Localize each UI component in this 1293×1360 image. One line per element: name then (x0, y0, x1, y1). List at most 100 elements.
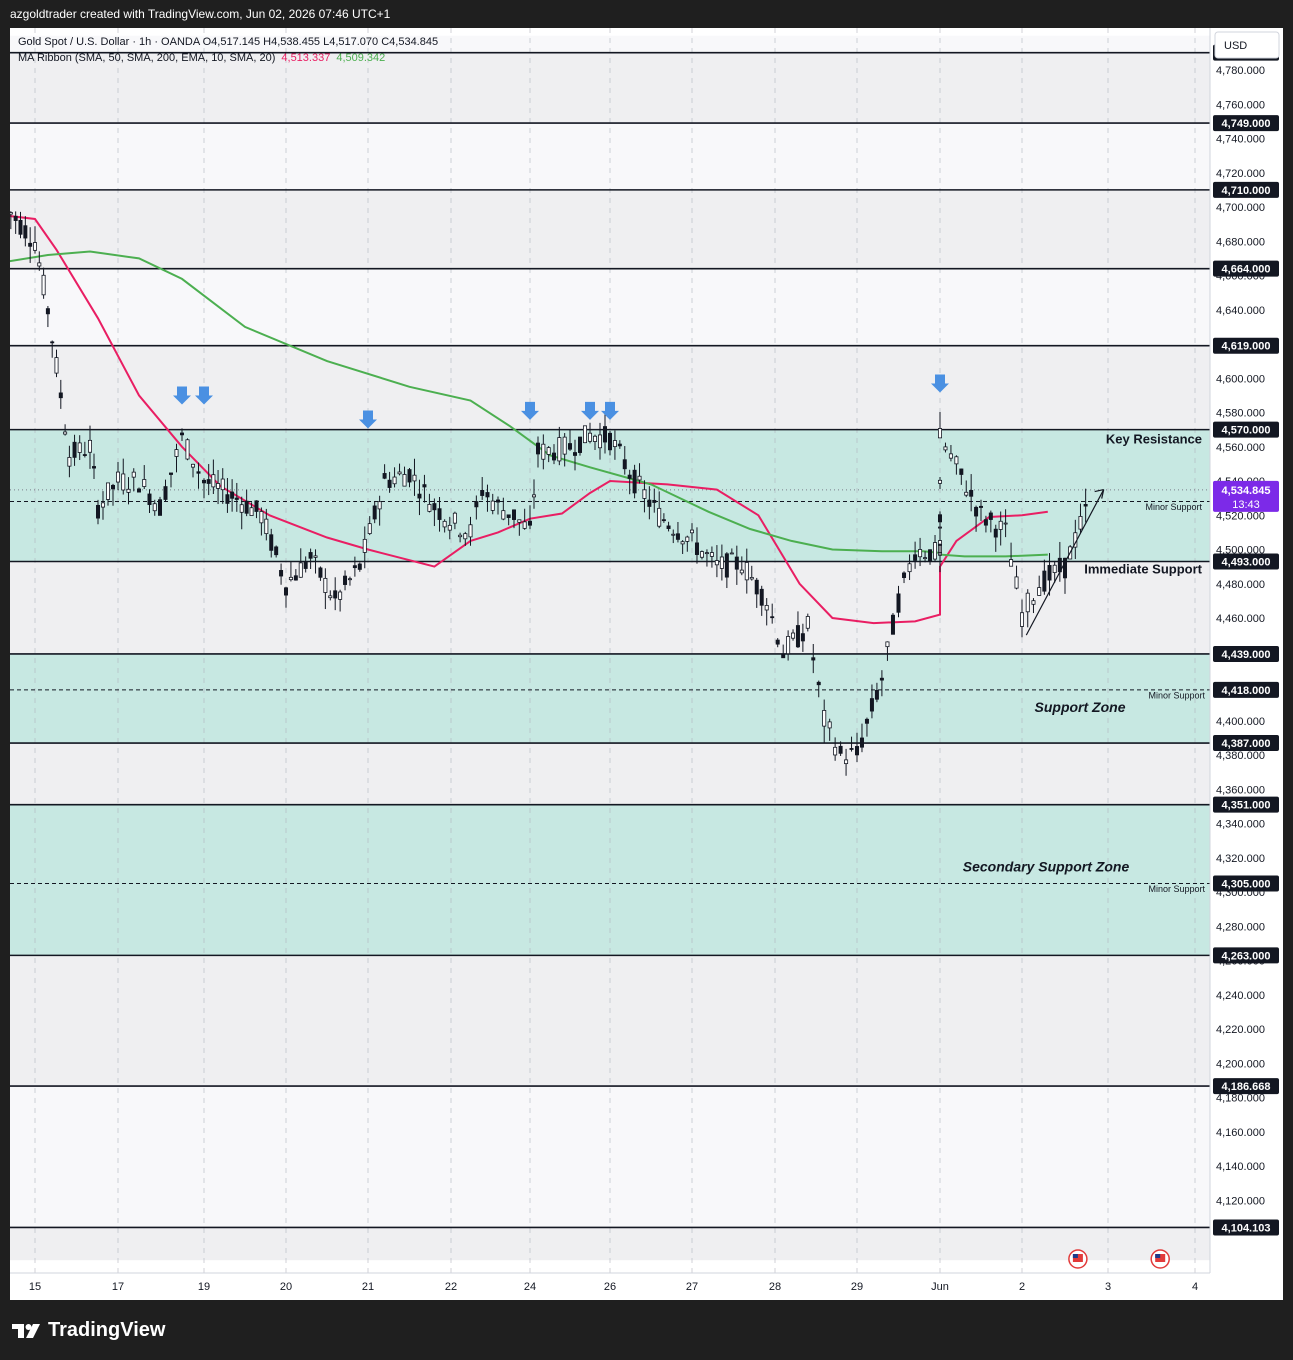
candle-body (724, 553, 729, 578)
candle-body (528, 520, 533, 526)
candle-body (974, 506, 979, 517)
candle-body (578, 436, 583, 453)
current-price-label: 4,534.845 (1222, 485, 1271, 497)
candle-body (225, 494, 230, 504)
candle-body (490, 500, 495, 511)
candle-body (568, 443, 573, 450)
candle-body (54, 357, 59, 374)
candle-body (328, 595, 333, 599)
candle-body (501, 510, 506, 520)
candle-body (562, 436, 567, 455)
candle-body (506, 514, 511, 518)
candle-body (163, 486, 168, 500)
candle-body (913, 554, 918, 561)
candle-body (28, 242, 33, 247)
candle-body (855, 746, 860, 756)
candle-body (77, 442, 82, 453)
candle-body (795, 625, 800, 648)
candle-body (617, 443, 622, 447)
time-tick-label: 17 (112, 1281, 124, 1293)
candle-body (680, 541, 685, 545)
chart-frame[interactable]: Key Resistance Minor Support Immediate Sup… (4, 28, 1283, 1300)
price-level-tag-label: 4,493.000 (1222, 556, 1271, 568)
candle-body (896, 593, 901, 613)
price-tick-label: 4,460.000 (1216, 613, 1265, 625)
candle-body (142, 479, 147, 487)
candle-body (201, 479, 206, 484)
candle-body (642, 489, 647, 499)
candle-body (8, 212, 13, 215)
time-tick-label: 20 (280, 1281, 292, 1293)
candle-body (37, 262, 42, 267)
candle-body (864, 718, 869, 724)
price-level-tag-label: 4,439.000 (1222, 649, 1271, 661)
candle-body (264, 518, 269, 535)
candle-body (1037, 587, 1042, 596)
annotation-support-zone: Support Zone (1035, 699, 1126, 715)
candle-body (759, 588, 764, 606)
candle-body (838, 745, 843, 754)
candle-body (928, 549, 933, 562)
us-flag-event-icon[interactable] (1150, 1249, 1170, 1269)
price-level-tag-label: 4,418.000 (1222, 685, 1271, 697)
price-tick-label: 4,360.000 (1216, 784, 1265, 796)
candle-body (744, 562, 749, 581)
candle-body (45, 308, 50, 315)
candle-body (583, 425, 588, 444)
price-tick-label: 4,720.000 (1216, 168, 1265, 180)
candle-body (121, 473, 126, 491)
candle-body (805, 616, 810, 629)
price-level-tag-label: 4,104.103 (1222, 1222, 1271, 1234)
candle-body (685, 536, 690, 542)
us-flag-event-icon[interactable] (1068, 1249, 1088, 1269)
candle-body (308, 552, 313, 559)
price-level-tag-label: 4,749.000 (1222, 118, 1271, 130)
candle-body (206, 479, 211, 484)
candle-body (303, 561, 308, 569)
price-tick-label: 4,560.000 (1216, 442, 1265, 454)
price-tick-label: 4,280.000 (1216, 921, 1265, 933)
candle-body (923, 557, 928, 560)
time-tick-label: 21 (362, 1281, 374, 1293)
candle-body (372, 505, 377, 520)
candle-body (216, 483, 221, 489)
candle-body (849, 748, 854, 750)
candle-body (998, 520, 1003, 530)
candle-body (412, 474, 417, 482)
background-band (10, 1086, 1210, 1228)
candle-body (652, 499, 657, 503)
candle-body (333, 590, 338, 599)
candle-body (612, 440, 617, 448)
candle-body (573, 452, 578, 456)
candle-body (811, 657, 816, 661)
candle-body (954, 456, 959, 465)
candle-body (288, 576, 293, 581)
candle-body (96, 504, 101, 519)
ma-ribbon-legend: MA Ribbon (SMA, 50, SMA, 200, EMA, 10, S… (18, 52, 385, 64)
candle-body (890, 614, 895, 635)
time-tick-label: 15 (29, 1281, 41, 1293)
candle-body (362, 538, 367, 553)
candle-body (729, 552, 734, 555)
price-chart[interactable]: Key Resistance Minor Support Immediate Sup… (4, 28, 1283, 1300)
candle-body (442, 520, 447, 528)
candle-body (239, 504, 244, 513)
price-tick-label: 4,680.000 (1216, 236, 1265, 248)
price-tick-label: 4,140.000 (1216, 1161, 1265, 1173)
candle-body (833, 746, 838, 756)
candle-body (323, 577, 328, 593)
time-tick-label: 26 (604, 1281, 616, 1293)
price-tick-label: 4,120.000 (1216, 1195, 1265, 1207)
candle-body (822, 710, 827, 727)
candle-body (432, 503, 437, 511)
price-tick-label: 4,220.000 (1216, 1024, 1265, 1036)
candle-body (437, 508, 442, 520)
candle-body (816, 681, 821, 686)
candle-body (517, 519, 522, 523)
price-tick-label: 4,580.000 (1216, 408, 1265, 420)
candle-body (734, 556, 739, 570)
time-axis-ticks: 15 17 19 20 21 22 24 26 27 28 29 Jun 2 3 4 (29, 1281, 1198, 1293)
candle-body (704, 552, 709, 555)
candle-body (244, 500, 249, 514)
time-tick-label: 22 (445, 1281, 457, 1293)
